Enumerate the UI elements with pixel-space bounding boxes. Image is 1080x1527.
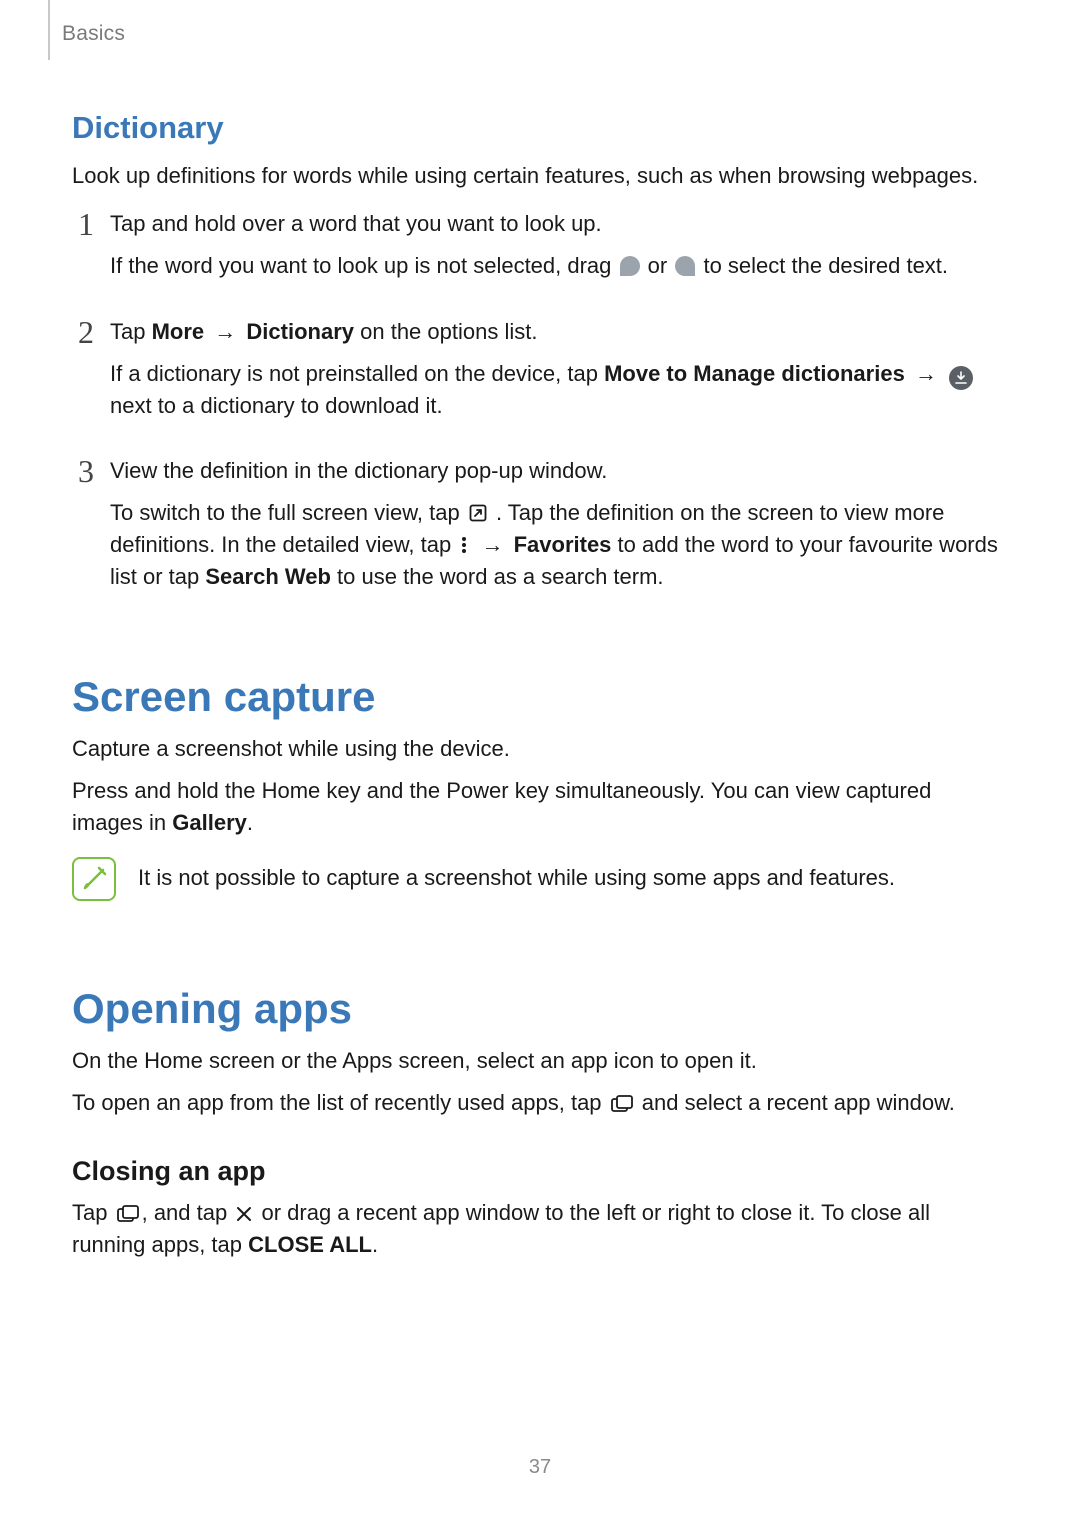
opening-apps-p1: On the Home screen or the Apps screen, s… [72, 1045, 1008, 1077]
more-label: More [152, 319, 205, 344]
header-rule [48, 0, 50, 60]
step-2: 2 Tap More → Dictionary on the options l… [72, 316, 1008, 432]
download-icon [949, 366, 973, 390]
opening-apps-title: Opening apps [72, 985, 1008, 1033]
step-numeral: 3 [72, 455, 94, 603]
step-body: Tap and hold over a word that you want t… [110, 208, 1008, 292]
dictionary-steps: 1 Tap and hold over a word that you want… [72, 208, 1008, 603]
step-line: View the definition in the dictionary po… [110, 455, 1008, 487]
note-row: It is not possible to capture a screensh… [72, 857, 1008, 901]
page-number: 37 [0, 1456, 1080, 1479]
text: , and tap [142, 1200, 234, 1225]
text: To switch to the full screen view, tap [110, 500, 466, 525]
overflow-menu-icon [459, 535, 469, 555]
drag-handle-left-icon [620, 256, 640, 276]
closing-an-app-text: Tap , and tap or drag a recent app windo… [72, 1197, 1008, 1261]
dictionary-title: Dictionary [72, 110, 1008, 146]
close-all-label: CLOSE ALL [248, 1232, 372, 1257]
step-line: Tap More → Dictionary on the options lis… [110, 316, 1008, 348]
text: to select the desired text. [703, 253, 948, 278]
step-line: If a dictionary is not preinstalled on t… [110, 358, 1008, 422]
screen-capture-title: Screen capture [72, 673, 1008, 721]
gallery-label: Gallery [172, 810, 247, 835]
move-to-manage-label: Move to Manage dictionaries [604, 361, 905, 386]
step-1: 1 Tap and hold over a word that you want… [72, 208, 1008, 292]
text: If the word you want to look up is not s… [110, 253, 618, 278]
step-3: 3 View the definition in the dictionary … [72, 455, 1008, 603]
recent-apps-icon [116, 1205, 140, 1223]
arrow-icon: → [477, 529, 507, 561]
step-numeral: 2 [72, 316, 94, 432]
text: Tap [110, 319, 152, 344]
text: on the options list. [360, 319, 537, 344]
breadcrumb: Basics [62, 22, 125, 46]
text: or [648, 253, 674, 278]
text: To open an app from the list of recently… [72, 1090, 608, 1115]
opening-apps-p2: To open an app from the list of recently… [72, 1087, 1008, 1119]
step-body: View the definition in the dictionary po… [110, 455, 1008, 603]
step-line: If the word you want to look up is not s… [110, 250, 1008, 282]
note-text: It is not possible to capture a screensh… [138, 857, 895, 894]
drag-handle-right-icon [675, 256, 695, 276]
screen-capture-p1: Capture a screenshot while using the dev… [72, 733, 1008, 765]
header-tab: Basics [0, 0, 125, 60]
search-web-label: Search Web [205, 564, 331, 589]
close-icon [235, 1205, 253, 1223]
expand-icon [468, 503, 488, 523]
dictionary-intro: Look up definitions for words while usin… [72, 160, 1008, 192]
text: next to a dictionary to download it. [110, 393, 443, 418]
favorites-label: Favorites [514, 532, 612, 557]
note-icon [72, 857, 116, 901]
dictionary-label: Dictionary [246, 319, 354, 344]
text: and select a recent app window. [642, 1090, 955, 1115]
text: to use the word as a search term. [337, 564, 664, 589]
text: . [372, 1232, 378, 1257]
arrow-icon: → [911, 358, 941, 390]
text: Tap [72, 1200, 114, 1225]
step-line: Tap and hold over a word that you want t… [110, 208, 1008, 240]
closing-an-app-title: Closing an app [72, 1156, 1008, 1187]
arrow-icon: → [210, 316, 240, 348]
screen-capture-p2: Press and hold the Home key and the Powe… [72, 775, 1008, 839]
recent-apps-icon [610, 1095, 634, 1113]
text: . [247, 810, 253, 835]
step-body: Tap More → Dictionary on the options lis… [110, 316, 1008, 432]
text: If a dictionary is not preinstalled on t… [110, 361, 604, 386]
step-line: To switch to the full screen view, tap .… [110, 497, 1008, 593]
step-numeral: 1 [72, 208, 94, 292]
